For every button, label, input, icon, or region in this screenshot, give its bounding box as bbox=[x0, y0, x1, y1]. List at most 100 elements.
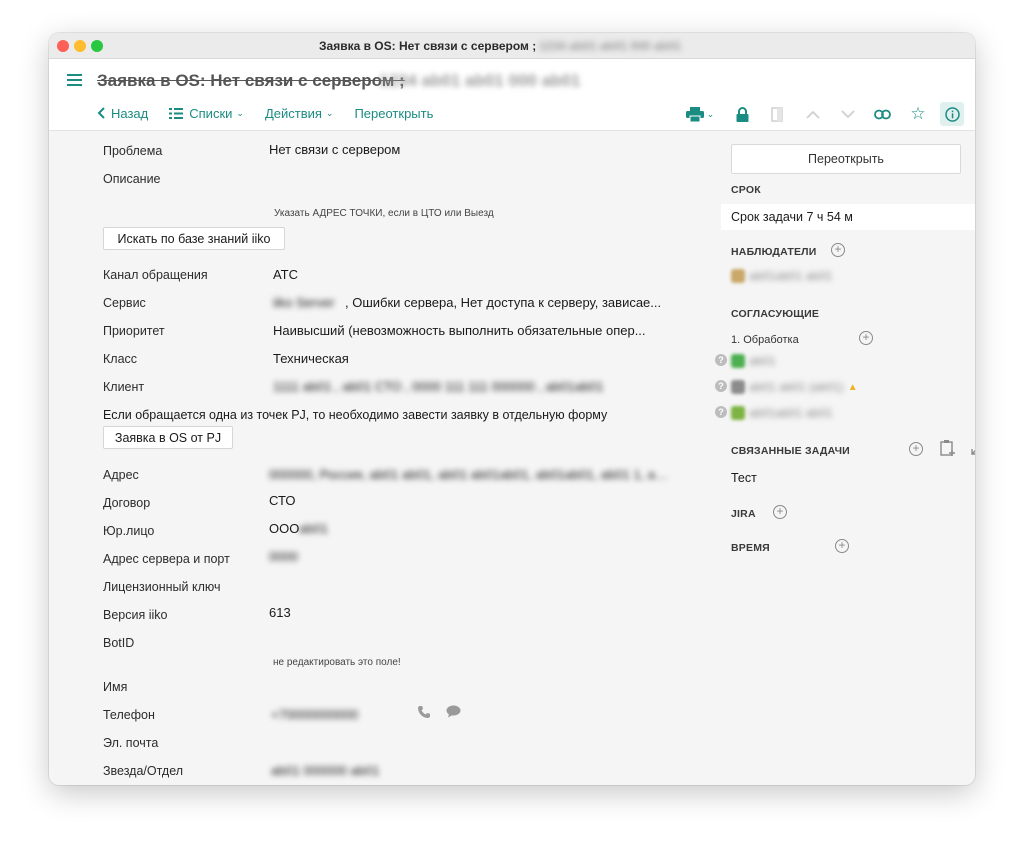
lists-label: Списки bbox=[189, 105, 233, 121]
channel-label: Канал обращения bbox=[103, 268, 208, 282]
lists-menu[interactable]: Списки ⌄ bbox=[169, 106, 244, 121]
next-button[interactable] bbox=[836, 102, 860, 126]
priority-value[interactable]: Наивысший (невозможность выполнить обяза… bbox=[273, 323, 667, 338]
chat-icon[interactable] bbox=[446, 705, 461, 718]
chevron-down-icon: ⌄ bbox=[325, 107, 334, 118]
approver-name: ab01 ab01 (ab01) bbox=[749, 380, 844, 394]
menu-icon[interactable] bbox=[67, 74, 82, 86]
avatar bbox=[731, 269, 745, 283]
contract-label: Договор bbox=[103, 496, 151, 510]
approver-item[interactable]: ab01ab01 ab01 bbox=[731, 405, 832, 421]
back-button[interactable]: Назад bbox=[97, 106, 148, 121]
star-button[interactable]: ☆ bbox=[906, 102, 930, 126]
legal-entity-hidden: ab01 bbox=[299, 521, 328, 536]
print-button[interactable]: ⌄ bbox=[681, 102, 719, 126]
deadline-value: Срок задачи 7 ч 54 м bbox=[731, 210, 853, 224]
window-title: Заявка в OS: Нет связи с сервером ; bbox=[319, 39, 537, 53]
jira-title: JIRA bbox=[731, 508, 756, 520]
approvers-title: СОГЛАСУЮЩИЕ bbox=[731, 308, 820, 320]
back-label: Назад bbox=[111, 105, 149, 121]
add-jira-icon[interactable]: + bbox=[773, 505, 787, 519]
address-value[interactable]: 000000, Россия, ab01 ab01, ab01 ab01ab01… bbox=[269, 467, 669, 482]
actions-label: Действия bbox=[264, 105, 322, 121]
pj-note: Если обращается одна из точек PJ, то нео… bbox=[103, 408, 608, 422]
address-label: Адрес bbox=[103, 468, 139, 482]
avatar bbox=[731, 354, 745, 368]
license-key-label: Лицензионный ключ bbox=[103, 580, 221, 594]
service-value[interactable]: , Ошибки сервера, Нет доступа к серверу,… bbox=[345, 295, 667, 310]
document-icon bbox=[771, 106, 783, 122]
version-label: Версия iiko bbox=[103, 608, 168, 622]
deadline-row: Срок задачи 7 ч 54 м bbox=[721, 204, 975, 230]
star-department-value[interactable]: ab01 000000 ab01 bbox=[271, 763, 379, 778]
star-icon: ☆ bbox=[910, 104, 926, 123]
watchers-title: НАБЛЮДАТЕЛИ bbox=[731, 246, 817, 258]
approver-name: ab01 bbox=[749, 354, 776, 368]
document-button[interactable] bbox=[765, 102, 789, 126]
linked-task-item[interactable]: Тест bbox=[731, 471, 757, 485]
question-icon: ? bbox=[715, 406, 727, 418]
address-hint: Указать АДРЕС ТОЧКИ, если в ЦТО или Выез… bbox=[274, 208, 494, 219]
botid-label: BotID bbox=[103, 636, 135, 650]
reopen-label: Переоткрыть bbox=[354, 105, 434, 121]
add-approver-icon[interactable]: + bbox=[859, 331, 873, 345]
phone-value[interactable]: +70000000000 bbox=[271, 707, 358, 722]
approver-name: ab01ab01 ab01 bbox=[749, 406, 833, 420]
info-button[interactable] bbox=[940, 102, 964, 126]
linked-tasks-title: СВЯЗАННЫЕ ЗАДАЧИ bbox=[731, 445, 850, 457]
lock-button[interactable] bbox=[730, 102, 754, 126]
priority-label: Приоритет bbox=[103, 324, 165, 338]
watcher-item[interactable]: ab01ab01 ab01 bbox=[731, 268, 832, 284]
watcher-name: ab01ab01 ab01 bbox=[749, 269, 833, 283]
pj-request-button[interactable]: Заявка в OS от PJ bbox=[103, 426, 233, 449]
description-label: Описание bbox=[103, 172, 161, 186]
approver-item[interactable]: ab01 bbox=[731, 353, 776, 369]
minimize-window-button[interactable] bbox=[74, 40, 86, 52]
avatar bbox=[731, 380, 745, 394]
class-label: Класс bbox=[103, 352, 138, 366]
add-linked-task-icon[interactable]: + bbox=[909, 442, 923, 456]
name-label: Имя bbox=[103, 680, 128, 694]
phone-icon[interactable] bbox=[417, 705, 431, 719]
contract-value[interactable]: СТО bbox=[269, 493, 295, 508]
server-address-value[interactable]: 0000 bbox=[269, 549, 298, 564]
task-form: Проблема Нет связи с сервером Описание У… bbox=[49, 131, 721, 785]
clipboard-add-icon[interactable] bbox=[940, 439, 956, 457]
legal-entity-value[interactable]: ООО bbox=[269, 521, 299, 536]
add-watcher-icon[interactable]: + bbox=[831, 243, 845, 257]
problem-value[interactable]: Нет связи с сервером bbox=[269, 142, 400, 157]
page-title-hidden: 1234 ab01 ab01 000 ab01 bbox=[379, 71, 581, 90]
reopen-link[interactable]: Переоткрыть bbox=[354, 106, 433, 121]
version-value[interactable]: 613 bbox=[269, 605, 291, 620]
app-window: Заявка в OS: Нет связи с сервером ; 1234… bbox=[49, 33, 975, 785]
arrow-up-icon bbox=[806, 110, 820, 119]
window-title-hidden: 1234 ab01 ab01 000 ab01 bbox=[539, 39, 682, 53]
close-window-button[interactable] bbox=[57, 40, 69, 52]
page-header: Заявка в OS: Нет связи с сервером ; 1234… bbox=[49, 59, 975, 131]
link-button[interactable] bbox=[870, 102, 894, 126]
link-icon bbox=[873, 109, 891, 119]
actions-menu[interactable]: Действия ⌄ bbox=[265, 106, 334, 121]
star-department-label: Звезда/Отдел bbox=[103, 764, 184, 778]
service-label: Сервис bbox=[103, 296, 146, 310]
page-title: Заявка в OS: Нет связи с сервером ; bbox=[97, 71, 405, 90]
avatar bbox=[731, 406, 745, 420]
email-label: Эл. почта bbox=[103, 736, 159, 750]
phone-label: Телефон bbox=[103, 708, 155, 722]
problem-label: Проблема bbox=[103, 144, 163, 158]
chevron-down-icon: ⌄ bbox=[706, 108, 715, 119]
expand-icon[interactable] bbox=[971, 442, 975, 455]
info-icon bbox=[944, 106, 960, 122]
kb-search-button[interactable]: Искать по базе знаний iiko bbox=[103, 227, 285, 250]
add-time-icon[interactable]: + bbox=[835, 539, 849, 553]
title-bar: Заявка в OS: Нет связи с сервером ; 1234… bbox=[49, 33, 975, 59]
class-value[interactable]: Техническая bbox=[273, 351, 349, 366]
zoom-window-button[interactable] bbox=[91, 40, 103, 52]
sidebar-reopen-button[interactable]: Переоткрыть bbox=[731, 144, 961, 174]
channel-value[interactable]: АТС bbox=[273, 267, 298, 282]
previous-button[interactable] bbox=[801, 102, 825, 126]
deadline-title: СРОК bbox=[731, 184, 761, 196]
approver-item[interactable]: ab01 ab01 (ab01) ▲ bbox=[731, 379, 858, 395]
chevron-down-icon: ⌄ bbox=[236, 107, 244, 118]
client-value[interactable]: 1111 ab01 , ab01 СТО , 0000 111 111 0000… bbox=[273, 379, 657, 394]
